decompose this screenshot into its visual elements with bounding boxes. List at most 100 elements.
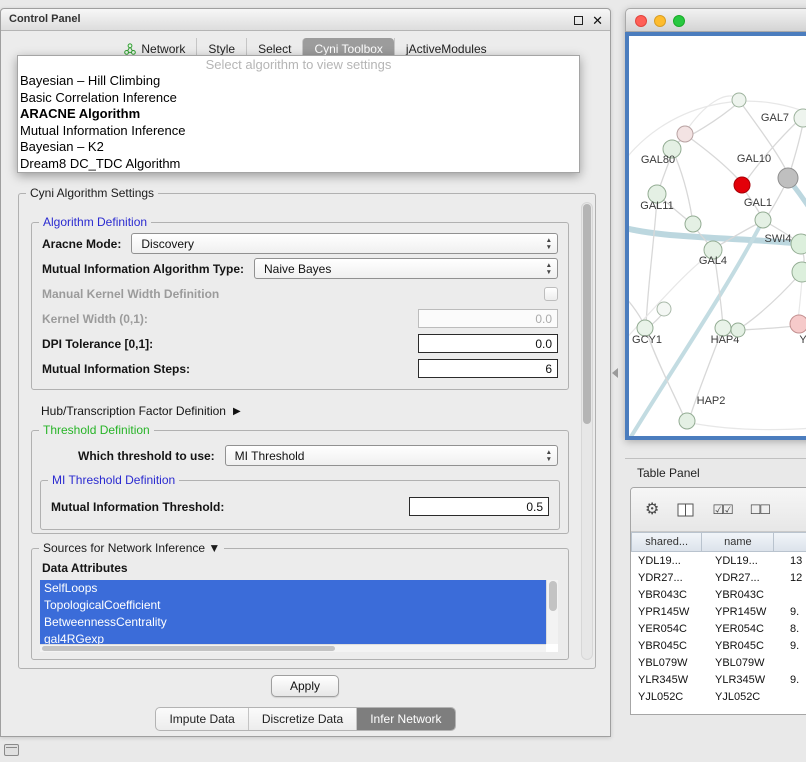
scrollbar-thumb[interactable]	[549, 581, 557, 611]
table-row[interactable]: YDR27...YDR27...12	[631, 569, 806, 586]
table-row[interactable]: YBL079WYBL079W	[631, 654, 806, 671]
network-node-gal1[interactable]	[755, 212, 771, 228]
network-canvas-svg: GAL7GAL80GAL10GAL11GAL1SWI4GAL4GCY1HAP4Y…	[629, 36, 806, 436]
column-header-shared[interactable]: shared...	[631, 532, 702, 552]
table-row[interactable]: YJL052CYJL052C	[631, 688, 806, 705]
table-row[interactable]: YBR043CYBR043C	[631, 586, 806, 603]
mi-threshold-label: Mutual Information Threshold:	[51, 500, 224, 514]
network-edge[interactable]	[673, 151, 692, 217]
mi-algorithm-select[interactable]: Naive Bayes ▲▼	[254, 258, 558, 279]
network-node[interactable]	[657, 302, 671, 316]
table-cell: YBR043C	[708, 589, 787, 601]
network-node[interactable]	[677, 126, 693, 142]
combo-arrows-icon: ▲▼	[546, 237, 552, 251]
attribute-item-betweennesscentrality[interactable]: BetweennessCentrality	[40, 614, 546, 631]
node-label: GAL80	[641, 154, 675, 166]
gear-icon[interactable]: ⚙	[645, 502, 659, 518]
network-node[interactable]	[731, 323, 745, 337]
hub-definition-label: Hub/Transcription Factor Definition	[41, 404, 226, 418]
cyni-settings-group: Cyni Algorithm Settings Algorithm Defini…	[18, 193, 596, 669]
algorithm-option-bayesian-hill-climbing[interactable]: Bayesian – Hill Climbing	[18, 73, 579, 90]
tab-discretize-data[interactable]: Discretize Data	[248, 708, 356, 730]
network-edge[interactable]	[742, 275, 799, 327]
mi-steps-field[interactable]	[418, 359, 558, 378]
network-node-y[interactable]	[790, 315, 806, 333]
mi-threshold-field[interactable]	[409, 497, 549, 516]
window-buttons: ✕	[574, 9, 603, 31]
sources-group-title[interactable]: Sources for Network Inference ▼	[39, 541, 224, 555]
table-cell: YLR345W	[631, 674, 708, 686]
tab-infer-network[interactable]: Infer Network	[356, 708, 454, 730]
splitter-collapse-arrow[interactable]	[612, 368, 618, 378]
column-header-col2[interactable]	[773, 532, 806, 552]
tab-impute-data[interactable]: Impute Data	[156, 708, 247, 730]
list-horizontal-scrollbar[interactable]	[40, 644, 546, 652]
combo-arrows-icon: ▲▼	[546, 449, 552, 463]
columns-icon[interactable]	[677, 503, 694, 517]
mi-steps-row: Mutual Information Steps:	[42, 358, 558, 379]
network-edge[interactable]	[798, 280, 802, 320]
tab-label: Select	[258, 42, 291, 56]
zoom-window-button[interactable]	[673, 15, 685, 27]
network-edge[interactable]	[742, 326, 796, 330]
bottom-tabbar: Impute DataDiscretize DataInfer Network	[155, 707, 455, 731]
attribute-item-selfloops[interactable]: SelfLoops	[40, 580, 546, 597]
float-window-icon[interactable]	[574, 16, 583, 25]
network-edge[interactable]	[686, 135, 738, 179]
aracne-mode-select[interactable]: Discovery ▲▼	[131, 233, 558, 254]
network-node-hap2[interactable]	[679, 413, 695, 429]
algorithm-option-basic-correlation-inference[interactable]: Basic Correlation Inference	[18, 90, 579, 107]
hub-definition-expander[interactable]: Hub/Transcription Factor Definition ▶	[41, 404, 241, 418]
table-cell: 9.	[787, 674, 806, 686]
dock-panel-icon[interactable]	[4, 744, 19, 756]
table-cell: YPR145W	[708, 606, 787, 618]
dpi-tolerance-field[interactable]	[418, 334, 558, 353]
network-node[interactable]	[732, 93, 746, 107]
kernel-width-field	[418, 309, 558, 328]
mi-algorithm-row: Mutual Information Algorithm Type: Naive…	[42, 258, 558, 279]
kernel-width-label: Kernel Width (0,1):	[42, 312, 148, 326]
table-cell: YER054C	[708, 623, 787, 635]
network-node-swi4[interactable]	[791, 234, 806, 254]
aracne-mode-row: Aracne Mode: Discovery ▲▼	[42, 233, 558, 254]
scrollbar-thumb[interactable]	[583, 204, 591, 424]
algorithm-option-aracne-algorithm[interactable]: ARACNE Algorithm	[18, 106, 579, 123]
table-row[interactable]: YLR345WYLR345W9.	[631, 671, 806, 688]
network-edge[interactable]	[629, 295, 644, 324]
list-vertical-scrollbar[interactable]	[546, 580, 558, 644]
scrollbar-thumb[interactable]	[42, 646, 335, 651]
apply-button[interactable]: Apply	[271, 675, 339, 697]
settings-scrollbar[interactable]	[581, 202, 593, 660]
network-edge[interactable]	[791, 128, 802, 169]
network-node-gal10[interactable]	[734, 177, 750, 193]
table-row[interactable]: YDL19...YDL19...13	[631, 552, 806, 569]
expand-arrow-icon: ▶	[233, 406, 241, 417]
network-node[interactable]	[792, 262, 806, 282]
deselect-all-icon[interactable]: ☐☐	[750, 502, 769, 518]
network-node[interactable]	[778, 168, 798, 188]
close-icon[interactable]: ✕	[592, 14, 603, 27]
minimize-window-button[interactable]	[654, 15, 666, 27]
network-node-gal7[interactable]	[794, 109, 806, 127]
attribute-item-topologicalcoefficient[interactable]: TopologicalCoefficient	[40, 597, 546, 614]
column-header-name[interactable]: name	[701, 532, 774, 552]
manual-kernel-label: Manual Kernel Width Definition	[42, 287, 219, 301]
table-row[interactable]: YPR145WYPR145W9.	[631, 603, 806, 620]
network-edge[interactable]	[686, 96, 737, 131]
algorithm-option-bayesian-k2[interactable]: Bayesian – K2	[18, 139, 579, 156]
algorithm-option-dream8-dc-tdc-algorithm[interactable]: Dream8 DC_TDC Algorithm	[18, 156, 579, 173]
network-canvas[interactable]: GAL7GAL80GAL10GAL11GAL1SWI4GAL4GCY1HAP4Y…	[629, 36, 806, 436]
network-window-titlebar[interactable]	[625, 8, 806, 32]
network-node[interactable]	[685, 216, 701, 232]
network-edge[interactable]	[691, 423, 806, 430]
table-row[interactable]: YBR045CYBR045C9.	[631, 637, 806, 654]
table-toolbar: ⚙ ☑☑ ☐☐	[631, 488, 806, 532]
close-window-button[interactable]	[635, 15, 647, 27]
table-cell: YDR27...	[631, 572, 708, 584]
control-panel-titlebar[interactable]: Control Panel ✕	[1, 9, 610, 31]
select-all-icon[interactable]: ☑☑	[712, 502, 731, 518]
table-row[interactable]: YER054CYER054C8.	[631, 620, 806, 637]
algorithm-option-mutual-information-inference[interactable]: Mutual Information Inference	[18, 123, 579, 140]
which-threshold-select[interactable]: MI Threshold ▲▼	[225, 445, 558, 466]
table-panel-title: Table Panel	[637, 466, 700, 480]
